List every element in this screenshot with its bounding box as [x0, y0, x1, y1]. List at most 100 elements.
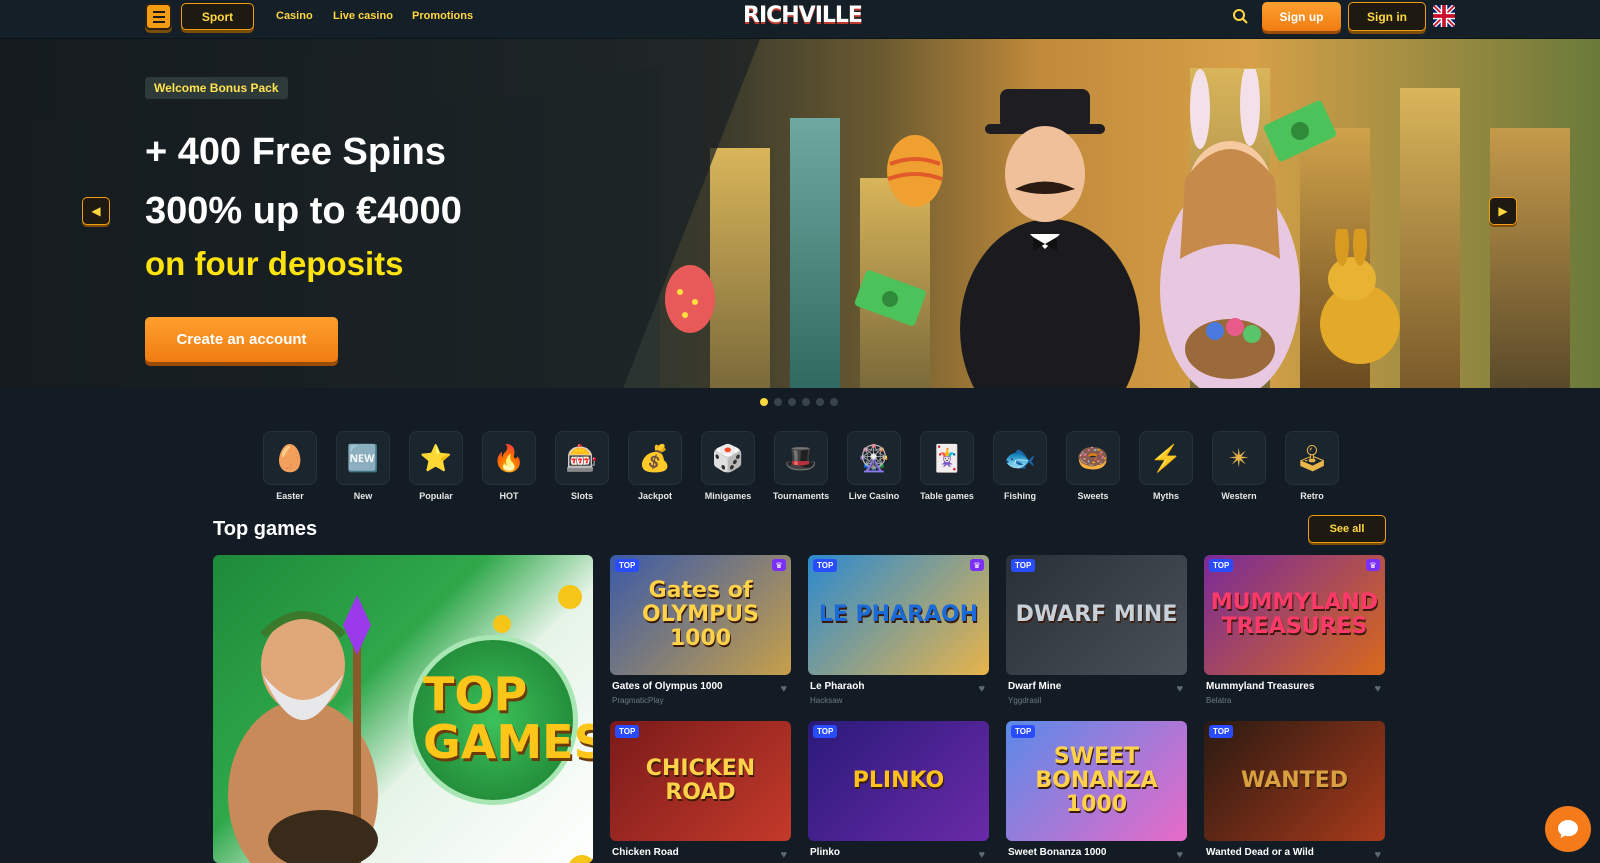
- slider-dot[interactable]: [760, 398, 768, 406]
- slider-dot[interactable]: [830, 398, 838, 406]
- category-label: Jackpot: [637, 491, 672, 501]
- top-badge: TOP: [1209, 559, 1234, 572]
- category-icon: 🎩: [774, 431, 828, 485]
- game-card[interactable]: PLINKO TOP Plinko ♥: [808, 721, 989, 862]
- richville-logo[interactable]: RICHVILLE: [743, 3, 863, 28]
- category-item-retro[interactable]: 🕹 Retro: [1285, 431, 1339, 501]
- slider-dot[interactable]: [802, 398, 810, 406]
- category-label: Minigames: [704, 491, 752, 501]
- category-item-hot[interactable]: 🔥 HOT: [482, 431, 536, 501]
- favorite-heart-icon[interactable]: ♥: [1176, 849, 1183, 861]
- building-shape: [790, 118, 840, 388]
- game-title: Gates of Olympus 1000: [612, 681, 723, 692]
- category-item-slots[interactable]: 🎰 Slots: [555, 431, 609, 501]
- category-item-western[interactable]: ✴ Western: [1212, 431, 1266, 501]
- nav-link-casino[interactable]: Casino: [276, 10, 313, 22]
- game-thumbnail[interactable]: MUMMYLAND TREASURES TOP ♛: [1204, 555, 1385, 675]
- game-thumbnail-title: SWEET BONANZA 1000: [1035, 744, 1158, 817]
- category-item-table-games[interactable]: 🃏 Table games: [920, 431, 974, 501]
- category-label: Western: [1221, 491, 1257, 501]
- category-icon: 🐟: [993, 431, 1047, 485]
- prev-slide-button[interactable]: ◀: [82, 197, 110, 225]
- game-thumbnail[interactable]: Gates of OLYMPUS 1000 TOP ♛: [610, 555, 791, 675]
- top-badge: TOP: [615, 725, 640, 738]
- favorite-heart-icon[interactable]: ♥: [780, 849, 787, 861]
- top-badge: TOP: [1209, 725, 1234, 738]
- top-badge: TOP: [813, 559, 838, 572]
- top-badge: TOP: [1011, 559, 1036, 572]
- game-thumbnail[interactable]: CHICKEN ROAD TOP: [610, 721, 791, 841]
- menu-button[interactable]: [145, 3, 172, 30]
- slider-dot[interactable]: [788, 398, 796, 406]
- favorite-heart-icon[interactable]: ♥: [978, 683, 985, 695]
- next-slide-button[interactable]: ▶: [1489, 197, 1517, 225]
- category-item-minigames[interactable]: 🎲 Minigames: [701, 431, 755, 501]
- game-card[interactable]: SWEET BONANZA 1000 TOP Sweet Bonanza 1000 ♥: [1006, 721, 1187, 862]
- category-icon: 🆕: [336, 431, 390, 485]
- favorite-heart-icon[interactable]: ♥: [1374, 849, 1381, 861]
- category-label: Easter: [276, 491, 304, 501]
- game-card[interactable]: Gates of OLYMPUS 1000 TOP ♛ Gates of Olympu…: [610, 555, 791, 705]
- category-item-new[interactable]: 🆕 New: [336, 431, 390, 501]
- category-bar: 🥚 Easter 🆕 New ⭐ Popular 🔥 HOT 🎰 Slots 💰 Jackpot 🎲 Mi…: [263, 431, 1339, 501]
- game-title: Sweet Bonanza 1000: [1008, 847, 1107, 858]
- category-label: Live Casino: [848, 491, 900, 501]
- game-thumbnail[interactable]: DWARF MINE TOP: [1006, 555, 1187, 675]
- game-title: Mummyland Treasures: [1206, 681, 1315, 692]
- sign-in-button[interactable]: Sign in: [1348, 2, 1426, 31]
- category-icon: 🥚: [263, 431, 317, 485]
- game-title: Wanted Dead or a Wild: [1206, 847, 1314, 858]
- sport-button[interactable]: Sport: [181, 3, 254, 30]
- uk-flag-icon[interactable]: [1433, 5, 1455, 27]
- top-games-promo-banner[interactable]: TOP GAMES: [213, 555, 593, 863]
- category-item-sweets[interactable]: 🍩 Sweets: [1066, 431, 1120, 501]
- category-icon: 🎰: [555, 431, 609, 485]
- category-label: New: [353, 491, 373, 501]
- game-card[interactable]: CHICKEN ROAD TOP Chicken Road ♥: [610, 721, 791, 862]
- favorite-heart-icon[interactable]: ♥: [1176, 683, 1183, 695]
- create-account-button[interactable]: Create an account: [145, 317, 338, 362]
- category-item-tournaments[interactable]: 🎩 Tournaments: [773, 431, 829, 501]
- game-thumbnail-title: MUMMYLAND TREASURES: [1210, 590, 1379, 639]
- category-item-popular[interactable]: ⭐ Popular: [409, 431, 463, 501]
- slider-dot[interactable]: [816, 398, 824, 406]
- hero-free-spins: + 400 Free Spins: [145, 131, 446, 173]
- category-item-myths[interactable]: ⚡ Myths: [1139, 431, 1193, 501]
- easter-egg-icon: [887, 135, 943, 207]
- nav-link-promotions[interactable]: Promotions: [412, 10, 473, 22]
- category-item-easter[interactable]: 🥚 Easter: [263, 431, 317, 501]
- category-label: Fishing: [1004, 491, 1036, 501]
- building-shape: [1490, 128, 1570, 388]
- search-icon[interactable]: [1232, 8, 1248, 24]
- category-item-jackpot[interactable]: 💰 Jackpot: [628, 431, 682, 501]
- game-card[interactable]: DWARF MINE TOP Dwarf Mine Yggdrasil ♥: [1006, 555, 1187, 705]
- game-card[interactable]: MUMMYLAND TREASURES TOP ♛ Mummyland Treasur…: [1204, 555, 1385, 705]
- category-item-fishing[interactable]: 🐟 Fishing: [993, 431, 1047, 501]
- category-item-live-casino[interactable]: 🎡 Live Casino: [847, 431, 901, 501]
- favorite-heart-icon[interactable]: ♥: [1374, 683, 1381, 695]
- zeus-character-illustration: [228, 595, 378, 863]
- game-thumbnail[interactable]: PLINKO TOP: [808, 721, 989, 841]
- slider-dot[interactable]: [774, 398, 782, 406]
- game-thumbnail[interactable]: SWEET BONANZA 1000 TOP: [1006, 721, 1187, 841]
- slider-dots: [760, 398, 838, 406]
- nav-link-live-casino[interactable]: Live casino: [333, 10, 393, 22]
- game-card[interactable]: LE PHARAOH TOP ♛ Le Pharaoh Hacksaw ♥: [808, 555, 989, 705]
- live-chat-button[interactable]: [1545, 806, 1591, 852]
- game-thumbnail[interactable]: LE PHARAOH TOP ♛: [808, 555, 989, 675]
- category-label: Myths: [1152, 491, 1179, 501]
- favorite-heart-icon[interactable]: ♥: [780, 683, 787, 695]
- easter-egg-icon: [665, 265, 715, 333]
- favorite-heart-icon[interactable]: ♥: [978, 849, 985, 861]
- game-card[interactable]: WANTED TOP Wanted Dead or a Wild ♥: [1204, 721, 1385, 862]
- game-provider: Hacksaw: [810, 696, 843, 705]
- sign-up-button[interactable]: Sign up: [1262, 2, 1341, 31]
- top-header: Sport Casino Live casino Promotions RICH…: [0, 0, 1600, 39]
- coin-icon: [493, 615, 511, 633]
- game-thumbnail[interactable]: WANTED TOP: [1204, 721, 1385, 841]
- hamburger-icon: [152, 9, 165, 24]
- game-thumbnail-title: PLINKO: [852, 768, 945, 793]
- see-all-button[interactable]: See all: [1308, 515, 1386, 543]
- game-thumbnail-title: Gates of OLYMPUS 1000: [642, 578, 759, 651]
- category-icon: ⚡: [1139, 431, 1193, 485]
